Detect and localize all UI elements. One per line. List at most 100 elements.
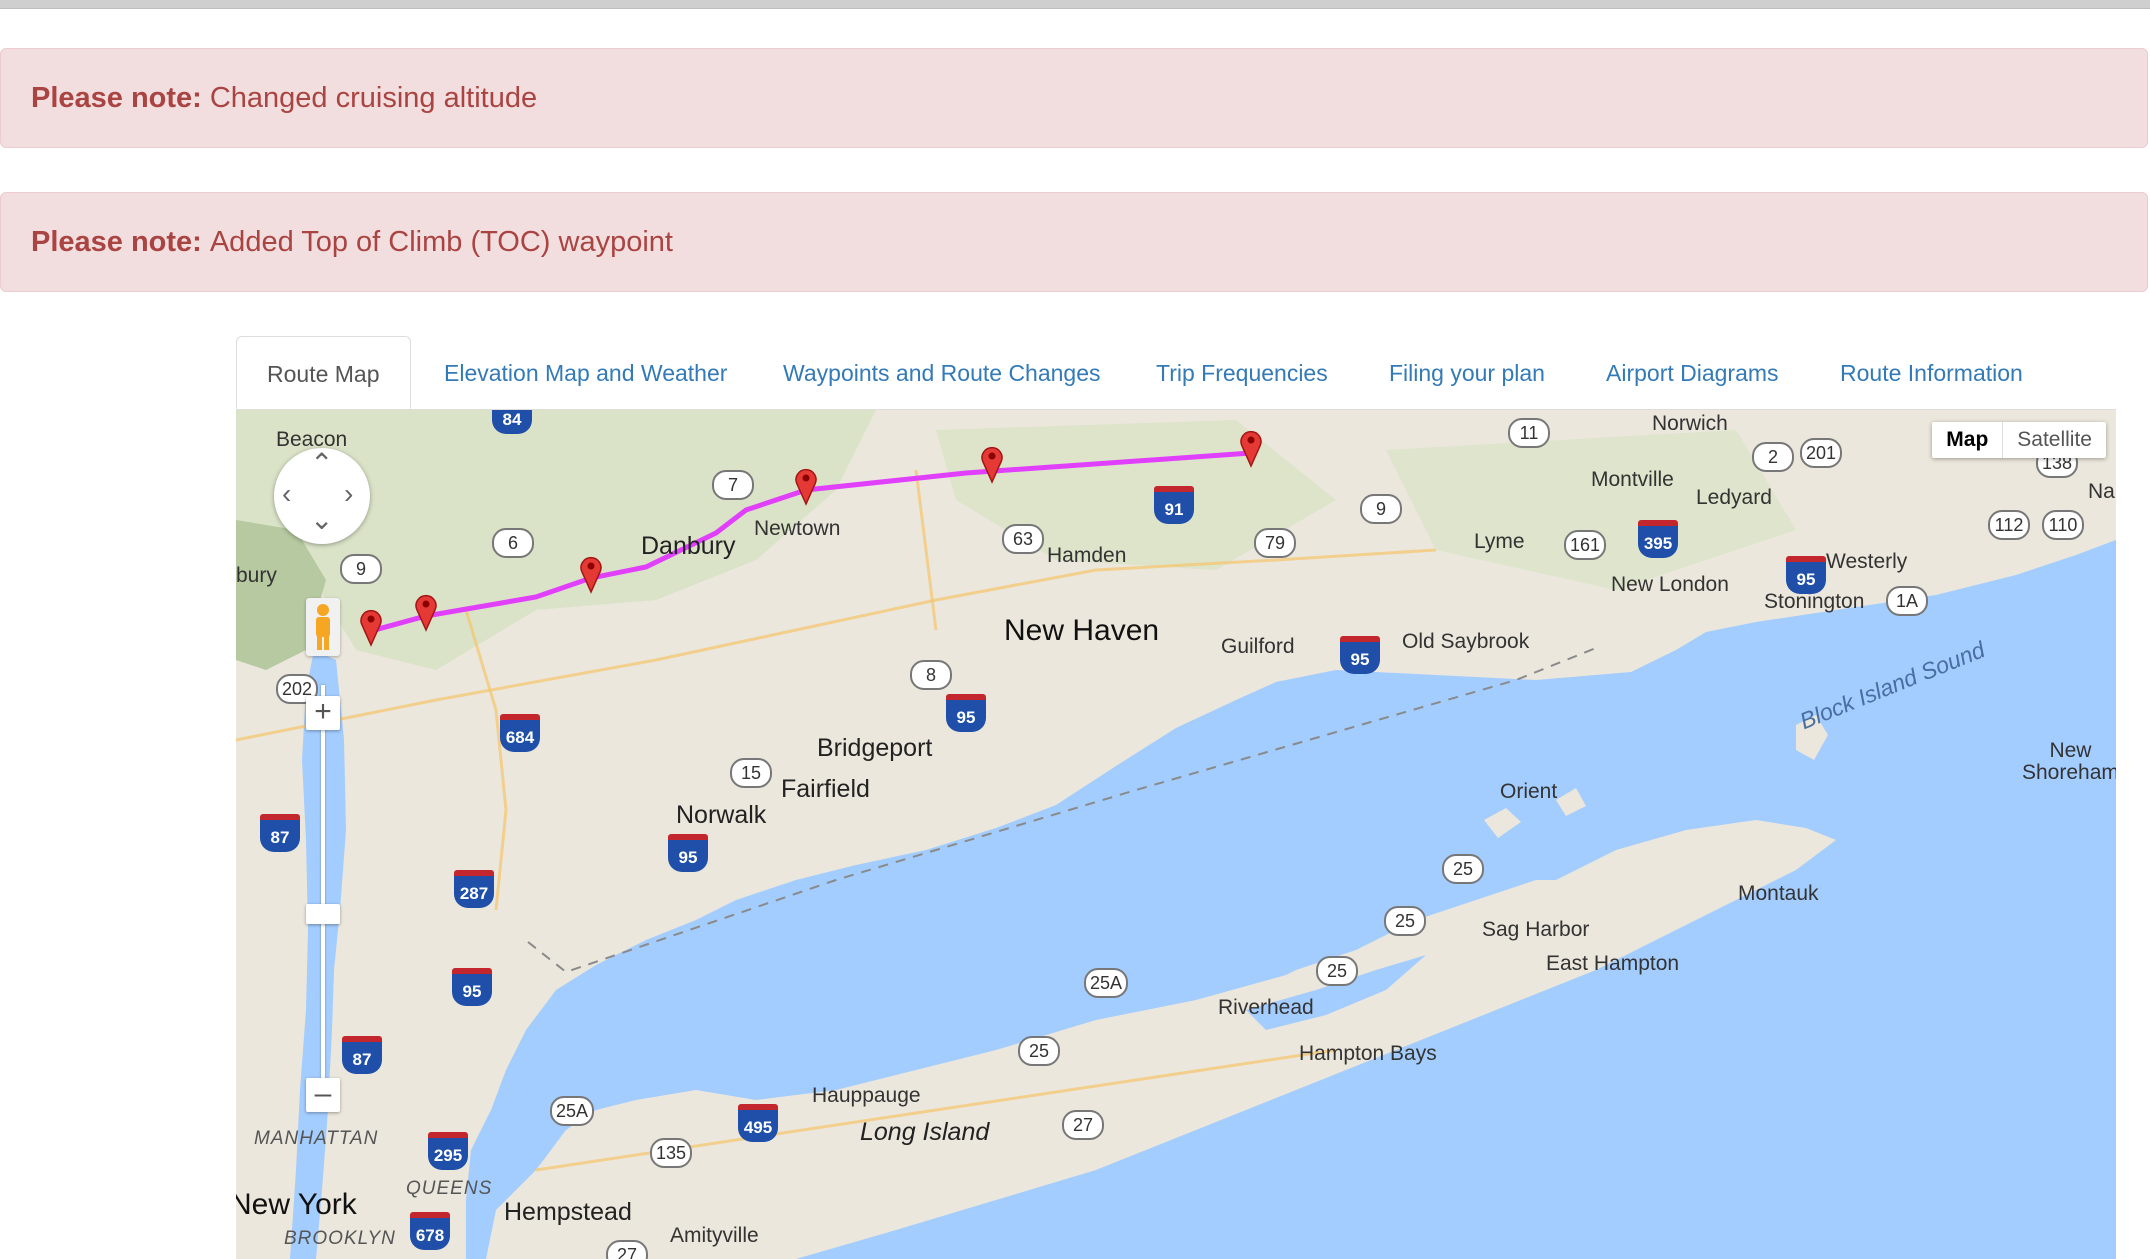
place-label: bury	[236, 564, 277, 587]
route-shield: 2	[1752, 442, 1794, 472]
place-label: Fairfield	[781, 775, 870, 803]
alert-added-toc: Please note: Added Top of Climb (TOC) wa…	[0, 192, 2148, 292]
place-label: Hauppauge	[812, 1084, 921, 1107]
waypoint-marker[interactable]	[358, 607, 384, 647]
tab-airport-diagrams[interactable]: Airport Diagrams	[1606, 336, 1779, 410]
alert-message: Added Top of Climb (TOC) waypoint	[209, 225, 673, 258]
place-label: New Shoreham	[2022, 739, 2116, 784]
place-label: Norwich	[1652, 412, 1728, 435]
interstate-shield: 95	[668, 834, 708, 872]
street-view-pegman-icon[interactable]	[306, 598, 340, 656]
pan-up-icon[interactable]: ⌃	[310, 450, 333, 478]
route-shield: 135	[650, 1138, 693, 1168]
place-label: New York	[236, 1188, 357, 1221]
route-shield: 161	[1564, 530, 1607, 560]
interstate-shield: 95	[452, 968, 492, 1006]
place-label: Long Island	[860, 1118, 990, 1146]
zoom-out-button[interactable]: –	[306, 1078, 340, 1112]
route-shield: 27	[1062, 1110, 1104, 1140]
place-label: BROOKLYN	[284, 1228, 396, 1249]
place-label: Nar	[2088, 480, 2116, 503]
place-label: Norwalk	[676, 801, 767, 829]
zoom-in-button[interactable]: +	[306, 696, 340, 730]
route-shield: 8	[910, 660, 952, 690]
place-label: East Hampton	[1546, 952, 1680, 975]
route-shield: 1A	[1886, 586, 1928, 616]
place-label: Montville	[1591, 468, 1674, 491]
route-shield: 112	[1988, 510, 2030, 540]
tab-route-map[interactable]: Route Map	[236, 336, 411, 409]
pan-down-icon[interactable]: ⌄	[310, 506, 333, 534]
alert-label: Please note:	[31, 81, 202, 114]
alert-message: Changed cruising altitude	[209, 81, 538, 114]
interstate-shield: 287	[454, 870, 494, 908]
place-label: QUEENS	[406, 1178, 493, 1199]
route-shield: 9	[1360, 494, 1402, 524]
interstate-shield: 87	[260, 814, 300, 852]
interstate-shield: 84	[492, 410, 532, 434]
pan-control[interactable]: ⌃ ⌄ ‹ ›	[274, 448, 370, 544]
route-shield: 201	[1800, 438, 1843, 468]
route-shield: 15	[730, 758, 772, 788]
route-shield: 25	[1442, 854, 1484, 884]
interstate-shield: 684	[500, 714, 540, 752]
tab-bar: Route Map Elevation Map and Weather Wayp…	[236, 336, 2126, 410]
waypoint-marker[interactable]	[578, 554, 604, 594]
route-shield: 27	[606, 1240, 648, 1259]
place-label: MANHATTAN	[254, 1128, 379, 1149]
map-type-satellite-button[interactable]: Satellite	[2003, 422, 2106, 458]
interstate-shield: 295	[428, 1132, 468, 1170]
place-label: Newtown	[754, 517, 841, 540]
route-shield: 9	[340, 554, 382, 584]
place-label: Danbury	[641, 532, 736, 560]
map-type-map-button[interactable]: Map	[1932, 422, 2004, 458]
place-label: New London	[1611, 573, 1729, 596]
pan-left-icon[interactable]: ‹	[282, 480, 291, 508]
route-shield: 79	[1254, 528, 1296, 558]
waypoint-marker[interactable]	[793, 466, 819, 506]
zoom-slider-handle[interactable]	[306, 904, 340, 924]
route-shield: 25	[1384, 906, 1426, 936]
place-label: Ledyard	[1696, 486, 1772, 509]
interstate-shield: 95	[1340, 636, 1380, 674]
route-shield: 25	[1018, 1036, 1060, 1066]
zoom-slider-track[interactable]	[321, 685, 325, 1085]
tab-elevation-map-weather[interactable]: Elevation Map and Weather	[444, 336, 727, 410]
tab-filing-plan[interactable]: Filing your plan	[1389, 336, 1545, 410]
route-map[interactable]: Beacon Norwich Montville Ledyard Danbury…	[236, 409, 2116, 1259]
place-label: Riverhead	[1218, 996, 1314, 1019]
tab-trip-frequencies[interactable]: Trip Frequencies	[1156, 336, 1328, 410]
alert-label: Please note:	[31, 225, 202, 258]
route-shield: 11	[1508, 418, 1550, 448]
interstate-shield: 495	[738, 1104, 778, 1142]
interstate-shield: 87	[342, 1036, 382, 1074]
place-label: Hempstead	[504, 1198, 632, 1226]
route-shield: 7	[712, 470, 754, 500]
place-label: Sag Harbor	[1482, 918, 1590, 941]
place-label: Orient	[1500, 780, 1558, 803]
alert-changed-altitude: Please note: Changed cruising altitude	[0, 48, 2148, 148]
place-label: Lyme	[1474, 530, 1525, 553]
place-label: Hampton Bays	[1299, 1042, 1437, 1065]
waypoint-marker[interactable]	[413, 592, 439, 632]
interstate-shield: 91	[1154, 486, 1194, 524]
route-shield: 25A	[550, 1096, 595, 1126]
map-type-control: Map Satellite	[1932, 422, 2106, 458]
browser-top-edge	[0, 0, 2150, 9]
route-shield: 6	[492, 528, 534, 558]
route-shield: 63	[1002, 524, 1044, 554]
pan-right-icon[interactable]: ›	[344, 480, 353, 508]
place-label: Westerly	[1826, 550, 1908, 573]
place-label: Bridgeport	[817, 734, 933, 762]
tab-waypoints-route-changes[interactable]: Waypoints and Route Changes	[783, 336, 1101, 410]
tab-route-information[interactable]: Route Information	[1840, 336, 2023, 410]
place-label: Hamden	[1047, 544, 1127, 567]
route-shield: 25	[1316, 956, 1358, 986]
route-shield: 25A	[1084, 968, 1129, 998]
route-shield: 110	[2042, 510, 2084, 540]
waypoint-marker[interactable]	[979, 444, 1005, 484]
place-label: New Haven	[1004, 614, 1160, 647]
waypoint-marker[interactable]	[1238, 428, 1264, 468]
interstate-shield: 95	[1786, 556, 1826, 594]
place-label: Guilford	[1221, 635, 1295, 658]
